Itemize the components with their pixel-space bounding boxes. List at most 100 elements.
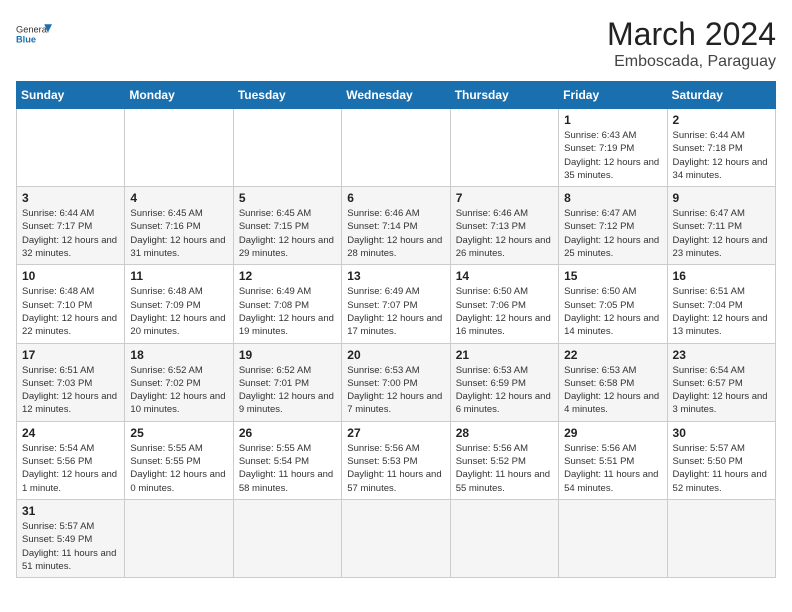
table-row: 16Sunrise: 6:51 AM Sunset: 7:04 PM Dayli… xyxy=(667,265,775,343)
table-row xyxy=(233,109,341,187)
day-info: Sunrise: 6:46 AM Sunset: 7:13 PM Dayligh… xyxy=(456,207,553,260)
calendar-week-row: 1 Sunrise: 6:43 AM Sunset: 7:19 PM Daylig… xyxy=(17,109,776,187)
day-info: Sunrise: 6:44 AM Sunset: 7:17 PM Dayligh… xyxy=(22,207,119,260)
day-number: 5 xyxy=(239,191,336,205)
day-number: 9 xyxy=(673,191,770,205)
day-info: Sunrise: 6:43 AM Sunset: 7:19 PM Dayligh… xyxy=(564,129,661,182)
day-info: Sunrise: 6:53 AM Sunset: 6:58 PM Dayligh… xyxy=(564,364,661,417)
table-row xyxy=(342,109,450,187)
day-info: Sunrise: 6:50 AM Sunset: 7:05 PM Dayligh… xyxy=(564,285,661,338)
table-row xyxy=(667,499,775,577)
day-info: Sunrise: 6:44 AM Sunset: 7:18 PM Dayligh… xyxy=(673,129,770,182)
day-info: Sunrise: 6:52 AM Sunset: 7:02 PM Dayligh… xyxy=(130,364,227,417)
day-number: 6 xyxy=(347,191,444,205)
day-number: 20 xyxy=(347,348,444,362)
day-info: Sunrise: 5:56 AM Sunset: 5:51 PM Dayligh… xyxy=(564,442,661,495)
day-info: Sunrise: 6:49 AM Sunset: 7:08 PM Dayligh… xyxy=(239,285,336,338)
table-row xyxy=(125,499,233,577)
day-number: 19 xyxy=(239,348,336,362)
table-row: 21Sunrise: 6:53 AM Sunset: 6:59 PM Dayli… xyxy=(450,343,558,421)
calendar-subtitle: Emboscada, Paraguay xyxy=(607,53,776,71)
table-row: 27 Sunrise: 5:56 AM Sunset: 5:53 PM Dayli… xyxy=(342,421,450,499)
day-number: 4 xyxy=(130,191,227,205)
svg-text:Blue: Blue xyxy=(16,35,36,45)
table-row: 6 Sunrise: 6:46 AM Sunset: 7:14 PM Daylig… xyxy=(342,187,450,265)
day-number: 29 xyxy=(564,426,661,440)
table-row: 31 Sunrise: 5:57 AM Sunset: 5:49 PM Dayli… xyxy=(17,499,125,577)
table-row: 28 Sunrise: 5:56 AM Sunset: 5:52 PM Dayli… xyxy=(450,421,558,499)
logo: GeneralBlue xyxy=(16,16,52,52)
day-number: 23 xyxy=(673,348,770,362)
table-row: 20 Sunrise: 6:53 AM Sunset: 7:00 PM Dayli… xyxy=(342,343,450,421)
table-row: 24 Sunrise: 5:54 AM Sunset: 5:56 PM Dayli… xyxy=(17,421,125,499)
day-number: 28 xyxy=(456,426,553,440)
day-info: Sunrise: 6:47 AM Sunset: 7:12 PM Dayligh… xyxy=(564,207,661,260)
day-number: 31 xyxy=(22,504,119,518)
day-info: Sunrise: 6:50 AM Sunset: 7:06 PM Dayligh… xyxy=(456,285,553,338)
calendar-week-row: 31 Sunrise: 5:57 AM Sunset: 5:49 PM Dayli… xyxy=(17,499,776,577)
day-info: Sunrise: 6:48 AM Sunset: 7:10 PM Dayligh… xyxy=(22,285,119,338)
table-row: 18 Sunrise: 6:52 AM Sunset: 7:02 PM Dayli… xyxy=(125,343,233,421)
day-number: 7 xyxy=(456,191,553,205)
day-info: Sunrise: 5:56 AM Sunset: 5:52 PM Dayligh… xyxy=(456,442,553,495)
day-info: Sunrise: 6:51 AM Sunset: 7:04 PM Dayligh… xyxy=(673,285,770,338)
day-info: Sunrise: 6:45 AM Sunset: 7:15 PM Dayligh… xyxy=(239,207,336,260)
calendar-title: March 2024 xyxy=(607,16,776,53)
table-row: 30Sunrise: 5:57 AM Sunset: 5:50 PM Dayli… xyxy=(667,421,775,499)
day-info: Sunrise: 6:48 AM Sunset: 7:09 PM Dayligh… xyxy=(130,285,227,338)
day-info: Sunrise: 5:55 AM Sunset: 5:54 PM Dayligh… xyxy=(239,442,336,495)
calendar-week-row: 10Sunrise: 6:48 AM Sunset: 7:10 PM Dayli… xyxy=(17,265,776,343)
header-wednesday: Wednesday xyxy=(342,82,450,109)
logo-icon: GeneralBlue xyxy=(16,16,52,52)
day-info: Sunrise: 5:54 AM Sunset: 5:56 PM Dayligh… xyxy=(22,442,119,495)
table-row xyxy=(17,109,125,187)
table-row xyxy=(450,109,558,187)
header-tuesday: Tuesday xyxy=(233,82,341,109)
calendar-week-row: 24 Sunrise: 5:54 AM Sunset: 5:56 PM Dayli… xyxy=(17,421,776,499)
day-number: 22 xyxy=(564,348,661,362)
day-number: 18 xyxy=(130,348,227,362)
table-row: 19Sunrise: 6:52 AM Sunset: 7:01 PM Dayli… xyxy=(233,343,341,421)
day-number: 17 xyxy=(22,348,119,362)
day-number: 1 xyxy=(564,113,661,127)
day-number: 13 xyxy=(347,269,444,283)
table-row: 13 Sunrise: 6:49 AM Sunset: 7:07 PM Dayli… xyxy=(342,265,450,343)
table-row xyxy=(125,109,233,187)
day-number: 3 xyxy=(22,191,119,205)
table-row: 11 Sunrise: 6:48 AM Sunset: 7:09 PM Dayli… xyxy=(125,265,233,343)
day-number: 26 xyxy=(239,426,336,440)
table-row: 10Sunrise: 6:48 AM Sunset: 7:10 PM Dayli… xyxy=(17,265,125,343)
table-row: 14 Sunrise: 6:50 AM Sunset: 7:06 PM Dayli… xyxy=(450,265,558,343)
table-row: 25Sunrise: 5:55 AM Sunset: 5:55 PM Dayli… xyxy=(125,421,233,499)
table-row: 9Sunrise: 6:47 AM Sunset: 7:11 PM Daylig… xyxy=(667,187,775,265)
day-number: 27 xyxy=(347,426,444,440)
calendar-table: Sunday Monday Tuesday Wednesday Thursday… xyxy=(16,81,776,578)
table-row: 12Sunrise: 6:49 AM Sunset: 7:08 PM Dayli… xyxy=(233,265,341,343)
day-info: Sunrise: 5:56 AM Sunset: 5:53 PM Dayligh… xyxy=(347,442,444,495)
calendar-week-row: 17Sunrise: 6:51 AM Sunset: 7:03 PM Dayli… xyxy=(17,343,776,421)
day-number: 11 xyxy=(130,269,227,283)
day-info: Sunrise: 6:53 AM Sunset: 7:00 PM Dayligh… xyxy=(347,364,444,417)
table-row: 8Sunrise: 6:47 AM Sunset: 7:12 PM Daylig… xyxy=(559,187,667,265)
page-header: GeneralBlue March 2024 Emboscada, Paragu… xyxy=(16,16,776,71)
table-row: 7 Sunrise: 6:46 AM Sunset: 7:13 PM Daylig… xyxy=(450,187,558,265)
day-number: 14 xyxy=(456,269,553,283)
day-info: Sunrise: 6:49 AM Sunset: 7:07 PM Dayligh… xyxy=(347,285,444,338)
header-friday: Friday xyxy=(559,82,667,109)
header-sunday: Sunday xyxy=(17,82,125,109)
day-info: Sunrise: 5:57 AM Sunset: 5:49 PM Dayligh… xyxy=(22,520,119,573)
day-info: Sunrise: 6:54 AM Sunset: 6:57 PM Dayligh… xyxy=(673,364,770,417)
day-info: Sunrise: 6:46 AM Sunset: 7:14 PM Dayligh… xyxy=(347,207,444,260)
table-row: 23 Sunrise: 6:54 AM Sunset: 6:57 PM Dayli… xyxy=(667,343,775,421)
table-row: 1 Sunrise: 6:43 AM Sunset: 7:19 PM Daylig… xyxy=(559,109,667,187)
table-row xyxy=(450,499,558,577)
day-number: 21 xyxy=(456,348,553,362)
table-row: 29 Sunrise: 5:56 AM Sunset: 5:51 PM Dayli… xyxy=(559,421,667,499)
table-row xyxy=(233,499,341,577)
table-row: 22 Sunrise: 6:53 AM Sunset: 6:58 PM Dayli… xyxy=(559,343,667,421)
table-row: 15Sunrise: 6:50 AM Sunset: 7:05 PM Dayli… xyxy=(559,265,667,343)
weekday-header-row: Sunday Monday Tuesday Wednesday Thursday… xyxy=(17,82,776,109)
day-number: 25 xyxy=(130,426,227,440)
day-number: 24 xyxy=(22,426,119,440)
table-row: 5 Sunrise: 6:45 AM Sunset: 7:15 PM Daylig… xyxy=(233,187,341,265)
